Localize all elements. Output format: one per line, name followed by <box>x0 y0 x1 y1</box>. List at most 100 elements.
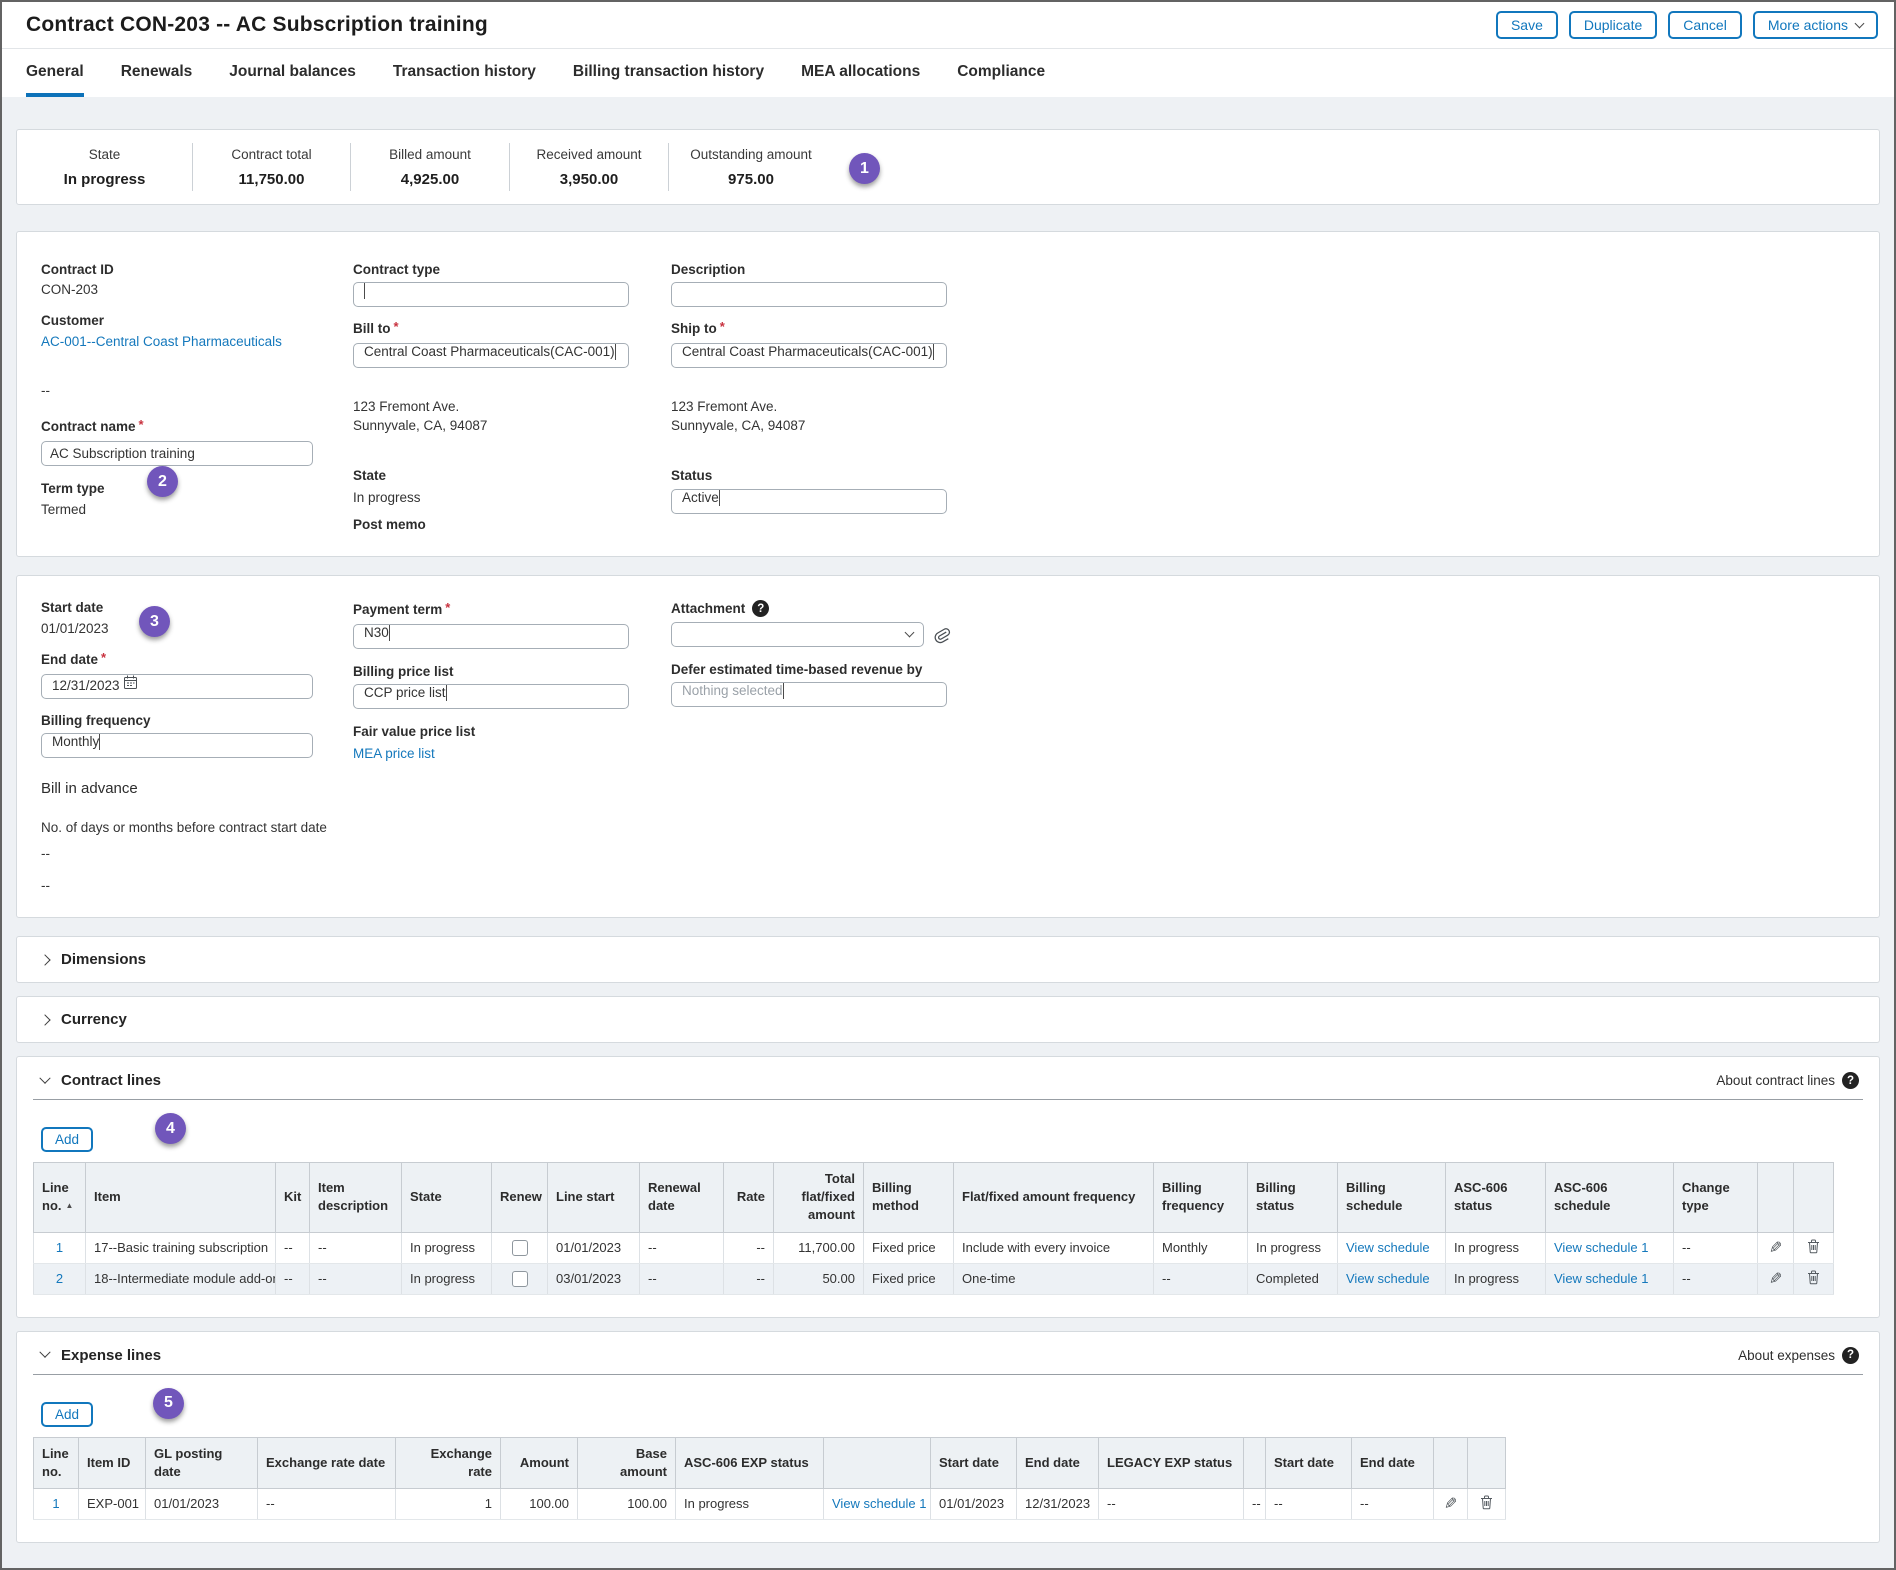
col-rate[interactable]: Rate <box>724 1163 774 1233</box>
ship-to-select[interactable]: Central Coast Pharmaceuticals(CAC-001) <box>671 343 947 368</box>
add-contract-line-button[interactable]: Add <box>41 1127 93 1152</box>
status-select[interactable]: Active <box>671 489 947 514</box>
col-line-no[interactable]: Line no.▲ <box>34 1163 86 1233</box>
delete-trash-icon[interactable] <box>1807 1239 1820 1254</box>
col-kit[interactable]: Kit <box>276 1163 310 1233</box>
renew-checkbox[interactable] <box>512 1271 528 1287</box>
delete-trash-icon[interactable] <box>1480 1495 1493 1510</box>
col-line-no[interactable]: Line no. <box>34 1437 79 1488</box>
add-expense-line-button[interactable]: Add <box>41 1402 93 1427</box>
kit-cell: -- <box>276 1263 310 1294</box>
line-start-cell: 03/01/2023 <box>548 1263 640 1294</box>
col-base-amount[interactable]: Base amount <box>578 1437 676 1488</box>
defer-revenue-select[interactable]: Nothing selected <box>671 682 947 707</box>
delete-trash-icon[interactable] <box>1807 1270 1820 1285</box>
about-expenses[interactable]: About expenses ? <box>1738 1347 1859 1364</box>
bill-to-select[interactable]: Central Coast Pharmaceuticals(CAC-001) <box>353 343 629 368</box>
col-legacy-exp-status[interactable]: LEGACY EXP status <box>1099 1437 1244 1488</box>
help-icon[interactable]: ? <box>752 600 769 617</box>
expense-schedule-link[interactable]: View schedule 1 <box>832 1496 926 1511</box>
paperclip-icon[interactable] <box>931 624 952 646</box>
col-end-date[interactable]: End date <box>1017 1437 1099 1488</box>
end-date-input[interactable]: 12/31/2023 <box>41 674 313 699</box>
col-state[interactable]: State <box>402 1163 492 1233</box>
col-item-description[interactable]: Item description <box>310 1163 402 1233</box>
customer-link[interactable]: AC-001--Central Coast Pharmaceuticals <box>41 334 353 349</box>
col-flat-fixed-amount-frequency[interactable]: Flat/fixed amount frequency <box>954 1163 1154 1233</box>
col-billing-status[interactable]: Billing status <box>1248 1163 1338 1233</box>
tab-renewals[interactable]: Renewals <box>121 49 193 97</box>
tab-general[interactable]: General <box>26 49 84 97</box>
col-change-type[interactable]: Change type <box>1674 1163 1758 1233</box>
item-id-cell: EXP-001 <box>79 1488 146 1519</box>
dimensions-section-toggle[interactable]: Dimensions <box>16 936 1880 983</box>
line-no-link[interactable]: 1 <box>56 1240 63 1255</box>
more-actions-label: More actions <box>1768 17 1848 33</box>
col-amount[interactable]: Amount <box>501 1437 578 1488</box>
col-total-flat-fixed-amount[interactable]: Total flat/fixed amount <box>774 1163 864 1233</box>
about-contract-lines[interactable]: About contract lines ? <box>1716 1072 1859 1089</box>
currency-section-toggle[interactable]: Currency <box>16 996 1880 1043</box>
line-no-link[interactable]: 1 <box>52 1496 59 1511</box>
col-renew[interactable]: Renew <box>492 1163 548 1233</box>
asc606-schedule-link[interactable]: View schedule 1 <box>1554 1271 1648 1286</box>
contract-lines-toggle[interactable]: Contract lines <box>41 1072 161 1089</box>
col-start-date[interactable]: Start date <box>931 1437 1017 1488</box>
col-asc606-status[interactable]: ASC-606 status <box>1446 1163 1546 1233</box>
billing-status-cell: In progress <box>1248 1232 1338 1263</box>
customer-sub-value: -- <box>41 383 353 398</box>
tab-compliance[interactable]: Compliance <box>957 49 1045 97</box>
contract-id-label: Contract ID <box>41 262 353 277</box>
billing-price-list-select[interactable]: CCP price list <box>353 684 629 709</box>
exchange-rate-cell: 1 <box>396 1488 501 1519</box>
tab-mea-allocations[interactable]: MEA allocations <box>801 49 920 97</box>
col-billing-method[interactable]: Billing method <box>864 1163 954 1233</box>
action-buttons: Save Duplicate Cancel More actions <box>1496 11 1878 39</box>
col-gl-posting-date[interactable]: GL posting date <box>146 1437 258 1488</box>
expense-lines-toggle[interactable]: Expense lines <box>41 1347 161 1364</box>
tab-transaction-history[interactable]: Transaction history <box>393 49 536 97</box>
edit-pencil-icon[interactable]: ✎ <box>1769 1238 1782 1258</box>
asc606-status-cell: In progress <box>1446 1263 1546 1294</box>
renew-checkbox[interactable] <box>512 1240 528 1256</box>
edit-pencil-icon[interactable]: ✎ <box>1769 1269 1782 1289</box>
col-exchange-rate-date[interactable]: Exchange rate date <box>258 1437 396 1488</box>
tab-journal-balances[interactable]: Journal balances <box>229 49 356 97</box>
billing-frequency-select[interactable]: Monthly <box>41 733 313 758</box>
col-legacy-start-date[interactable]: Start date <box>1266 1437 1352 1488</box>
contract-type-select[interactable] <box>353 282 629 307</box>
duplicate-button[interactable]: Duplicate <box>1569 11 1657 39</box>
contract-lines-table: Line no.▲ Item Kit Item description Stat… <box>33 1162 1834 1295</box>
description-input[interactable] <box>671 282 947 307</box>
renewal-date-cell: -- <box>640 1263 724 1294</box>
fair-value-price-list-link[interactable]: MEA price list <box>353 746 671 761</box>
col-item-id[interactable]: Item ID <box>79 1437 146 1488</box>
col-item[interactable]: Item <box>86 1163 276 1233</box>
contract-name-input[interactable] <box>41 441 313 466</box>
col-delete-actions <box>1794 1163 1834 1233</box>
col-line-start[interactable]: Line start <box>548 1163 640 1233</box>
col-asc606-exp-status[interactable]: ASC-606 EXP status <box>676 1437 824 1488</box>
cancel-button[interactable]: Cancel <box>1668 11 1742 39</box>
billing-price-list-value: CCP price list <box>364 685 446 700</box>
rate-cell: -- <box>724 1232 774 1263</box>
col-billing-schedule[interactable]: Billing schedule <box>1338 1163 1446 1233</box>
edit-pencil-icon[interactable]: ✎ <box>1444 1494 1457 1514</box>
line-no-link[interactable]: 2 <box>56 1271 63 1286</box>
col-renewal-date[interactable]: Renewal date <box>640 1163 724 1233</box>
bill-to-address-line1: 123 Fremont Ave. <box>353 399 671 414</box>
save-button[interactable]: Save <box>1496 11 1558 39</box>
tab-billing-transaction-history[interactable]: Billing transaction history <box>573 49 764 97</box>
start-date-cell: 01/01/2023 <box>931 1488 1017 1519</box>
more-actions-button[interactable]: More actions <box>1753 11 1878 39</box>
col-exchange-rate[interactable]: Exchange rate <box>396 1437 501 1488</box>
col-billing-frequency[interactable]: Billing frequency <box>1154 1163 1248 1233</box>
asc606-schedule-link[interactable]: View schedule 1 <box>1554 1240 1648 1255</box>
calendar-icon[interactable] <box>123 675 138 690</box>
col-asc606-schedule[interactable]: ASC-606 schedule <box>1546 1163 1674 1233</box>
billing-schedule-link[interactable]: View schedule <box>1346 1271 1430 1286</box>
payment-term-select[interactable]: N30 <box>353 624 629 649</box>
billing-schedule-link[interactable]: View schedule <box>1346 1240 1430 1255</box>
col-legacy-end-date[interactable]: End date <box>1352 1437 1434 1488</box>
attachment-select[interactable] <box>671 622 924 647</box>
